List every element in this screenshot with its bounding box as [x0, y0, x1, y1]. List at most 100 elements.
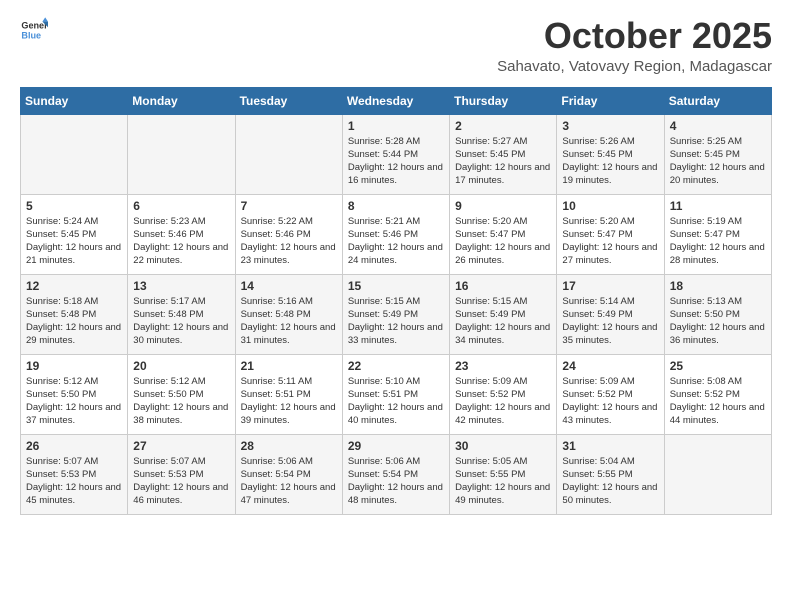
- calendar-cell: 30 Sunrise: 5:05 AMSunset: 5:55 PMDayligh…: [450, 434, 557, 514]
- calendar-cell: 26 Sunrise: 5:07 AMSunset: 5:53 PMDayligh…: [21, 434, 128, 514]
- day-info: Sunrise: 5:24 AMSunset: 5:45 PMDaylight:…: [26, 215, 122, 268]
- day-number: 31: [562, 439, 658, 453]
- calendar-cell: 1 Sunrise: 5:28 AMSunset: 5:44 PMDaylight…: [342, 114, 449, 194]
- day-info: Sunrise: 5:09 AMSunset: 5:52 PMDaylight:…: [562, 375, 658, 428]
- day-info: Sunrise: 5:04 AMSunset: 5:55 PMDaylight:…: [562, 455, 658, 508]
- calendar-cell: 18 Sunrise: 5:13 AMSunset: 5:50 PMDayligh…: [664, 274, 771, 354]
- day-info: Sunrise: 5:28 AMSunset: 5:44 PMDaylight:…: [348, 135, 444, 188]
- calendar-cell: 19 Sunrise: 5:12 AMSunset: 5:50 PMDayligh…: [21, 354, 128, 434]
- day-info: Sunrise: 5:09 AMSunset: 5:52 PMDaylight:…: [455, 375, 551, 428]
- day-number: 2: [455, 119, 551, 133]
- day-number: 12: [26, 279, 122, 293]
- day-info: Sunrise: 5:06 AMSunset: 5:54 PMDaylight:…: [241, 455, 337, 508]
- day-info: Sunrise: 5:06 AMSunset: 5:54 PMDaylight:…: [348, 455, 444, 508]
- svg-text:Blue: Blue: [21, 30, 41, 40]
- calendar-cell: 17 Sunrise: 5:14 AMSunset: 5:49 PMDayligh…: [557, 274, 664, 354]
- day-info: Sunrise: 5:19 AMSunset: 5:47 PMDaylight:…: [670, 215, 766, 268]
- day-number: 3: [562, 119, 658, 133]
- calendar-cell: 31 Sunrise: 5:04 AMSunset: 5:55 PMDayligh…: [557, 434, 664, 514]
- calendar-cell: 24 Sunrise: 5:09 AMSunset: 5:52 PMDayligh…: [557, 354, 664, 434]
- day-of-week-header: Tuesday: [235, 87, 342, 114]
- location-title: Sahavato, Vatovavy Region, Madagascar: [497, 58, 772, 75]
- day-info: Sunrise: 5:20 AMSunset: 5:47 PMDaylight:…: [455, 215, 551, 268]
- calendar-cell: [128, 114, 235, 194]
- day-number: 30: [455, 439, 551, 453]
- day-info: Sunrise: 5:05 AMSunset: 5:55 PMDaylight:…: [455, 455, 551, 508]
- day-number: 5: [26, 199, 122, 213]
- day-number: 9: [455, 199, 551, 213]
- calendar-cell: 27 Sunrise: 5:07 AMSunset: 5:53 PMDayligh…: [128, 434, 235, 514]
- day-info: Sunrise: 5:25 AMSunset: 5:45 PMDaylight:…: [670, 135, 766, 188]
- day-of-week-header: Monday: [128, 87, 235, 114]
- day-number: 11: [670, 199, 766, 213]
- day-info: Sunrise: 5:26 AMSunset: 5:45 PMDaylight:…: [562, 135, 658, 188]
- day-info: Sunrise: 5:07 AMSunset: 5:53 PMDaylight:…: [26, 455, 122, 508]
- day-of-week-header: Thursday: [450, 87, 557, 114]
- calendar-cell: 4 Sunrise: 5:25 AMSunset: 5:45 PMDaylight…: [664, 114, 771, 194]
- calendar-cell: 25 Sunrise: 5:08 AMSunset: 5:52 PMDayligh…: [664, 354, 771, 434]
- day-number: 20: [133, 359, 229, 373]
- day-of-week-header: Friday: [557, 87, 664, 114]
- calendar-cell: 16 Sunrise: 5:15 AMSunset: 5:49 PMDayligh…: [450, 274, 557, 354]
- day-info: Sunrise: 5:18 AMSunset: 5:48 PMDaylight:…: [26, 295, 122, 348]
- calendar-cell: 2 Sunrise: 5:27 AMSunset: 5:45 PMDaylight…: [450, 114, 557, 194]
- calendar-cell: 11 Sunrise: 5:19 AMSunset: 5:47 PMDayligh…: [664, 194, 771, 274]
- day-of-week-header: Wednesday: [342, 87, 449, 114]
- day-number: 7: [241, 199, 337, 213]
- day-number: 14: [241, 279, 337, 293]
- logo-icon: General Blue: [20, 16, 48, 44]
- day-number: 4: [670, 119, 766, 133]
- day-number: 1: [348, 119, 444, 133]
- title-block: October 2025 Sahavato, Vatovavy Region, …: [497, 16, 772, 75]
- day-number: 27: [133, 439, 229, 453]
- day-info: Sunrise: 5:13 AMSunset: 5:50 PMDaylight:…: [670, 295, 766, 348]
- calendar-cell: 21Sunrise: 5:11 AMSunset: 5:51 PMDayligh…: [235, 354, 342, 434]
- day-number: 25: [670, 359, 766, 373]
- logo: General Blue: [20, 16, 48, 44]
- day-info: Sunrise: 5:27 AMSunset: 5:45 PMDaylight:…: [455, 135, 551, 188]
- calendar-cell: 13Sunrise: 5:17 AMSunset: 5:48 PMDayligh…: [128, 274, 235, 354]
- day-info: Sunrise: 5:11 AMSunset: 5:51 PMDaylight:…: [241, 375, 337, 428]
- month-title: October 2025: [497, 16, 772, 56]
- calendar-cell: 12 Sunrise: 5:18 AMSunset: 5:48 PMDayligh…: [21, 274, 128, 354]
- day-info: Sunrise: 5:20 AMSunset: 5:47 PMDaylight:…: [562, 215, 658, 268]
- day-number: 15: [348, 279, 444, 293]
- day-number: 10: [562, 199, 658, 213]
- day-of-week-header: Sunday: [21, 87, 128, 114]
- calendar-cell: 23 Sunrise: 5:09 AMSunset: 5:52 PMDayligh…: [450, 354, 557, 434]
- calendar-cell: 10 Sunrise: 5:20 AMSunset: 5:47 PMDayligh…: [557, 194, 664, 274]
- calendar-cell: 8Sunrise: 5:21 AMSunset: 5:46 PMDaylight…: [342, 194, 449, 274]
- calendar-cell: 5 Sunrise: 5:24 AMSunset: 5:45 PMDaylight…: [21, 194, 128, 274]
- day-info: Sunrise: 5:17 AMSunset: 5:48 PMDaylight:…: [133, 295, 229, 348]
- day-info: Sunrise: 5:14 AMSunset: 5:49 PMDaylight:…: [562, 295, 658, 348]
- day-number: 26: [26, 439, 122, 453]
- calendar-cell: 29Sunrise: 5:06 AMSunset: 5:54 PMDayligh…: [342, 434, 449, 514]
- day-number: 6: [133, 199, 229, 213]
- calendar-table: SundayMondayTuesdayWednesdayThursdayFrid…: [20, 87, 772, 515]
- day-of-week-header: Saturday: [664, 87, 771, 114]
- day-info: Sunrise: 5:15 AMSunset: 5:49 PMDaylight:…: [455, 295, 551, 348]
- calendar-cell: 7 Sunrise: 5:22 AMSunset: 5:46 PMDaylight…: [235, 194, 342, 274]
- day-number: 8: [348, 199, 444, 213]
- day-number: 23: [455, 359, 551, 373]
- day-number: 17: [562, 279, 658, 293]
- day-info: Sunrise: 5:10 AMSunset: 5:51 PMDaylight:…: [348, 375, 444, 428]
- day-info: Sunrise: 5:12 AMSunset: 5:50 PMDaylight:…: [26, 375, 122, 428]
- day-number: 28: [241, 439, 337, 453]
- day-info: Sunrise: 5:07 AMSunset: 5:53 PMDaylight:…: [133, 455, 229, 508]
- day-info: Sunrise: 5:23 AMSunset: 5:46 PMDaylight:…: [133, 215, 229, 268]
- calendar-cell: [21, 114, 128, 194]
- page-header: General Blue October 2025 Sahavato, Vato…: [20, 16, 772, 75]
- calendar-cell: 3 Sunrise: 5:26 AMSunset: 5:45 PMDaylight…: [557, 114, 664, 194]
- day-info: Sunrise: 5:22 AMSunset: 5:46 PMDaylight:…: [241, 215, 337, 268]
- day-info: Sunrise: 5:12 AMSunset: 5:50 PMDaylight:…: [133, 375, 229, 428]
- day-number: 24: [562, 359, 658, 373]
- day-number: 19: [26, 359, 122, 373]
- day-number: 18: [670, 279, 766, 293]
- calendar-cell: [235, 114, 342, 194]
- day-number: 22: [348, 359, 444, 373]
- day-info: Sunrise: 5:15 AMSunset: 5:49 PMDaylight:…: [348, 295, 444, 348]
- day-info: Sunrise: 5:08 AMSunset: 5:52 PMDaylight:…: [670, 375, 766, 428]
- calendar-cell: 15 Sunrise: 5:15 AMSunset: 5:49 PMDayligh…: [342, 274, 449, 354]
- day-number: 16: [455, 279, 551, 293]
